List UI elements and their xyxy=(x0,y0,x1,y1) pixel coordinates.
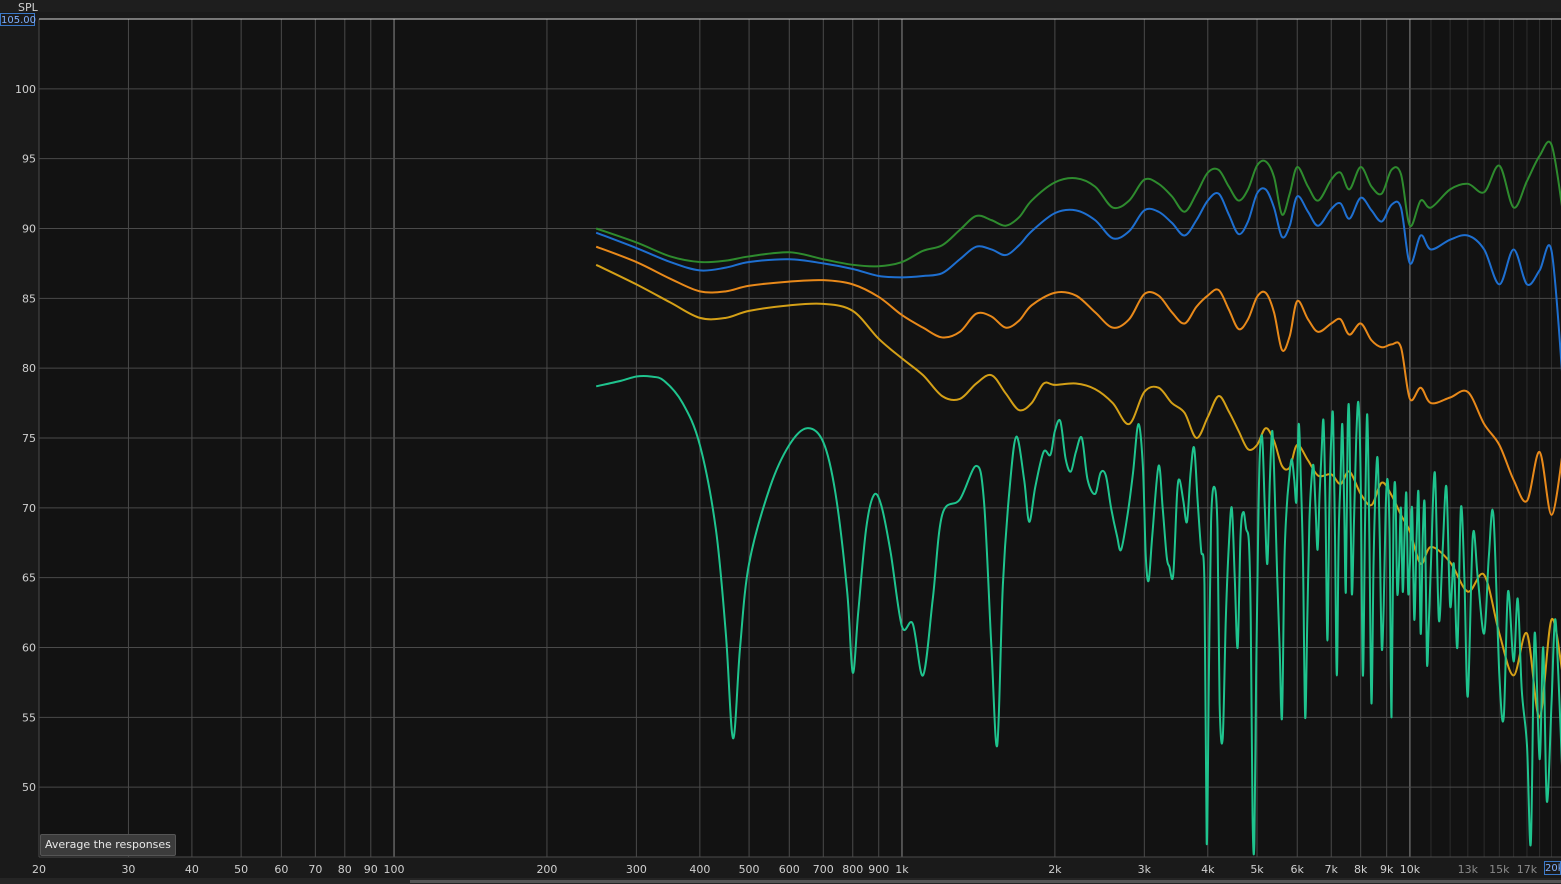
x-tick-label: 1k xyxy=(895,863,909,876)
x-tick-label: 40 xyxy=(185,863,199,876)
x-tick-label: 500 xyxy=(739,863,760,876)
y-tick-label: 80 xyxy=(22,362,36,375)
x-tick-label: 13k xyxy=(1458,863,1479,876)
x-tick-label: 6k xyxy=(1291,863,1305,876)
x-tick-label: 400 xyxy=(689,863,710,876)
y-tick-label: 95 xyxy=(22,153,36,166)
y-tick-label: 60 xyxy=(22,642,36,655)
x-tick-label: 10k xyxy=(1400,863,1421,876)
x-tick-label: 600 xyxy=(779,863,800,876)
x-tick-label: 7k xyxy=(1325,863,1339,876)
y-tick-label: 90 xyxy=(22,223,36,236)
y-tick-label: 50 xyxy=(22,781,36,794)
x-tick-label: 2k xyxy=(1048,863,1062,876)
x-tick-label: 800 xyxy=(842,863,863,876)
x-tick-label: 300 xyxy=(626,863,647,876)
y-tick-label: 75 xyxy=(22,432,36,445)
y-tick-label: 85 xyxy=(22,292,36,305)
x-axis-max-input[interactable]: 20k xyxy=(1544,861,1561,875)
x-tick-label: 30 xyxy=(121,863,135,876)
x-axis-labels: 20 30 40 50 60 70 80 90 100 200 300 400 500 600 700 800… xyxy=(32,863,1538,876)
x-tick-label: 15k xyxy=(1489,863,1510,876)
x-tick-label: 90 xyxy=(364,863,378,876)
x-tick-label: 200 xyxy=(536,863,557,876)
x-tick-label: 100 xyxy=(384,863,405,876)
x-tick-label: 70 xyxy=(308,863,322,876)
x-tick-label: 17k xyxy=(1517,863,1538,876)
x-tick-label: 700 xyxy=(813,863,834,876)
x-tick-label: 20 xyxy=(32,863,46,876)
x-tick-label: 50 xyxy=(234,863,248,876)
x-tick-label: 5k xyxy=(1250,863,1264,876)
average-responses-button[interactable]: Average the responses xyxy=(40,834,176,856)
x-tick-label: 3k xyxy=(1138,863,1152,876)
y-tick-label: 55 xyxy=(22,711,36,724)
y-tick-label: 100 xyxy=(15,83,36,96)
y-tick-label: 70 xyxy=(22,502,36,515)
y-axis-labels: 50 55 60 65 70 75 80 85 90 95 100 xyxy=(15,83,36,794)
x-tick-label: 4k xyxy=(1201,863,1215,876)
y-tick-label: 65 xyxy=(22,572,36,585)
x-tick-label: 900 xyxy=(868,863,889,876)
scrollbar-thumb[interactable] xyxy=(410,880,1561,883)
x-tick-label: 80 xyxy=(338,863,352,876)
x-tick-label: 60 xyxy=(274,863,288,876)
frequency-response-chart[interactable]: 50 55 60 65 70 75 80 85 90 95 100 20 30 40 50 60 70 80 90… xyxy=(0,0,1561,884)
x-tick-label: 8k xyxy=(1354,863,1368,876)
x-tick-label: 9k xyxy=(1380,863,1394,876)
